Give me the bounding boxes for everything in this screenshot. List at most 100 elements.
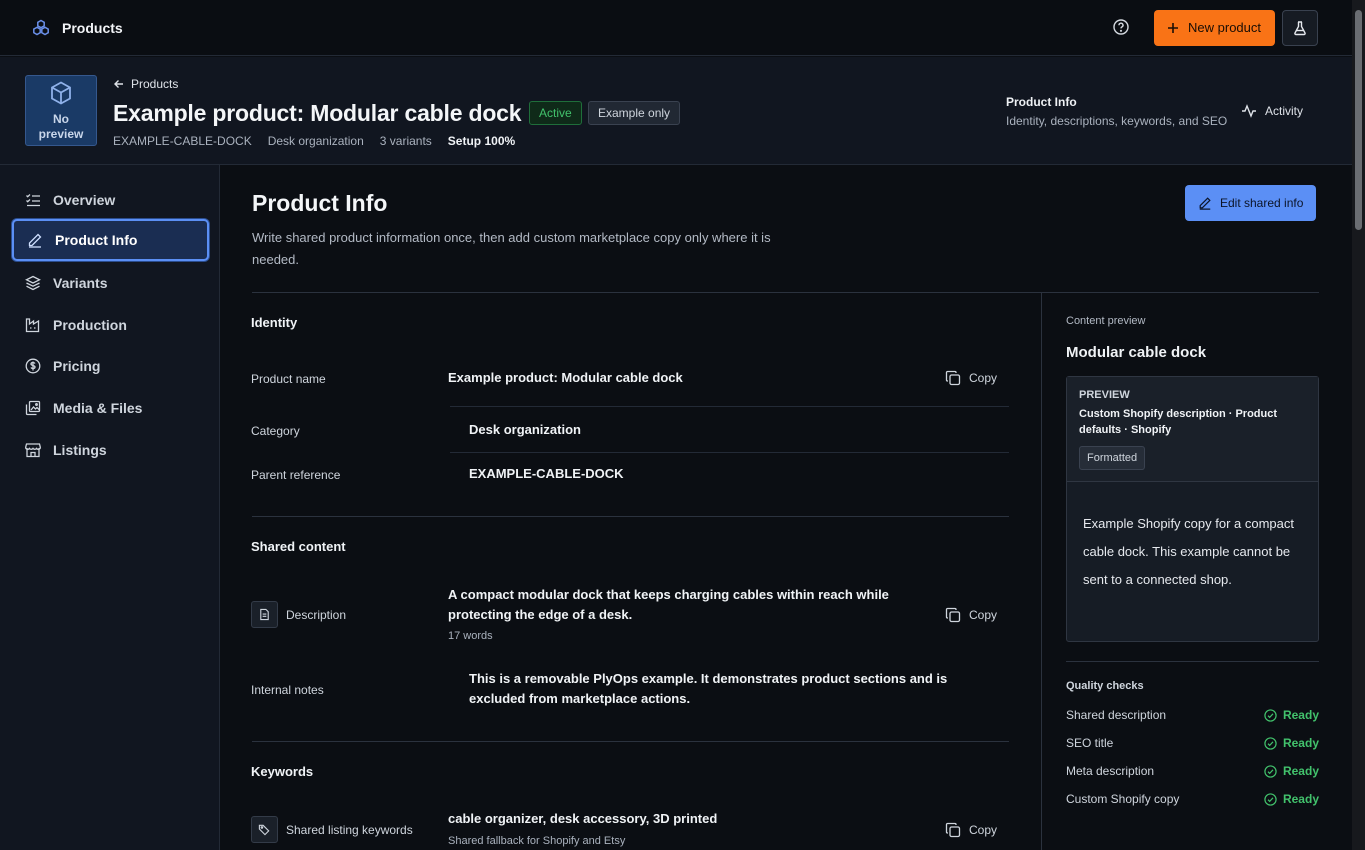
product-name-value: Example product: Modular cable dock	[448, 370, 683, 385]
activity-button[interactable]: Activity	[1241, 103, 1303, 119]
identity-section-title: Identity	[251, 315, 298, 330]
back-label: Products	[131, 77, 179, 91]
back-to-products-link[interactable]: Products	[113, 77, 178, 91]
description-label-row: Description	[251, 601, 346, 628]
top-bar: Products New product	[0, 0, 1352, 56]
brand[interactable]: Products	[32, 19, 123, 37]
activity-icon	[1241, 103, 1257, 119]
divider	[1066, 661, 1319, 662]
section-divider	[252, 516, 1009, 517]
sidebar-item-label: Production	[53, 317, 127, 333]
page-title: Product Info	[252, 190, 388, 216]
edit-shared-info-button[interactable]: Edit shared info	[1185, 185, 1317, 221]
quality-check-row: Shared description Ready	[1066, 708, 1319, 722]
thumb-text-no: No	[52, 111, 69, 126]
scrollbar-thumb[interactable]	[1355, 10, 1362, 230]
sidebar-item-label: Product Info	[55, 232, 138, 248]
keywords-value: cable organizer, desk accessory, 3D prin…	[448, 811, 718, 826]
box-icon	[48, 80, 74, 106]
sidebar-item-product-info[interactable]: Product Info	[12, 219, 209, 261]
quality-check-label: Custom Shopify copy	[1066, 792, 1180, 806]
layers-icon	[25, 275, 41, 291]
keywords-section-title: Keywords	[251, 764, 314, 779]
product-name-label: Product name	[251, 372, 326, 386]
copy-product-name-button[interactable]: Copy	[945, 370, 997, 386]
header-section-info: Product Info Identity, descriptions, key…	[1006, 95, 1227, 128]
app-title: Products	[62, 19, 123, 36]
example-badge: Example only	[588, 101, 681, 125]
content-preview-label: Content preview	[1066, 315, 1146, 327]
preview-kicker: PREVIEW	[1079, 389, 1130, 401]
list-check-icon	[25, 192, 41, 208]
edit-shared-info-label: Edit shared info	[1220, 196, 1304, 210]
sidebar-item-label: Variants	[53, 275, 108, 291]
quality-check-label: SEO title	[1066, 736, 1114, 750]
keywords-label-row: Shared listing keywords	[251, 816, 413, 843]
dollar-icon	[25, 358, 41, 374]
sidebar: Overview Product Info Variants Productio…	[0, 165, 220, 850]
category-label: Category	[251, 424, 300, 438]
tag-icon	[251, 816, 278, 843]
status-text: Ready	[1282, 792, 1319, 806]
sidebar-item-variants[interactable]: Variants	[12, 262, 209, 304]
sidebar-item-label: Overview	[53, 192, 116, 208]
keywords-label: Shared listing keywords	[286, 822, 413, 837]
quality-check-row: Meta description Ready	[1066, 764, 1319, 778]
description-value: A compact modular dock that keeps chargi…	[448, 587, 889, 622]
copy-icon	[945, 607, 961, 623]
status-text: Ready	[1282, 708, 1319, 722]
product-header: No preview Products Example product: Mod…	[0, 57, 1352, 165]
product-title: Example product: Modular cable dock	[113, 100, 522, 126]
quality-check-label: Meta description	[1066, 764, 1155, 778]
sidebar-item-pricing[interactable]: Pricing	[12, 345, 209, 387]
product-thumbnail[interactable]: No preview	[25, 75, 97, 146]
quality-check-status: Ready	[1264, 736, 1319, 750]
status-text: Ready	[1282, 764, 1319, 778]
flask-icon	[1292, 20, 1308, 36]
flask-button[interactable]	[1282, 9, 1318, 46]
sidebar-item-production[interactable]: Production	[12, 304, 209, 346]
category-value: Desk organization	[469, 422, 581, 437]
quality-check-status: Ready	[1264, 708, 1319, 722]
plus-icon	[1166, 21, 1180, 35]
meta-setup: Setup 100%	[447, 134, 516, 148]
description-label: Description	[286, 607, 347, 622]
status-badge: Active	[529, 101, 582, 125]
quality-checks-title: Quality checks	[1066, 680, 1144, 692]
pencil-icon	[1198, 196, 1212, 210]
page-description: Write shared product information once, t…	[252, 230, 771, 267]
help-icon[interactable]	[1112, 18, 1132, 38]
copy-description-button[interactable]: Copy	[945, 607, 997, 623]
copy-keywords-button[interactable]: Copy	[945, 822, 997, 838]
quality-check-label: Shared description	[1066, 708, 1167, 722]
thumb-text-preview: preview	[38, 126, 84, 141]
keywords-sub: Shared fallback for Shopify and Etsy	[448, 835, 626, 847]
check-circle-icon	[1264, 736, 1277, 750]
parent-reference-label: Parent reference	[251, 468, 341, 482]
content-preview-title: Modular cable dock	[1066, 344, 1207, 361]
copy-label: Copy	[969, 371, 998, 385]
description-word-count: 17 words	[448, 630, 493, 642]
sidebar-item-label: Media & Files	[53, 400, 143, 416]
internal-notes-label: Internal notes	[251, 683, 324, 697]
status-text: Ready	[1282, 736, 1319, 750]
quality-check-status: Ready	[1264, 764, 1319, 778]
page-scrollbar[interactable]	[1352, 0, 1365, 850]
header-section-title: Product Info	[1006, 95, 1077, 109]
parent-reference-value: EXAMPLE-CABLE-DOCK	[469, 466, 624, 481]
check-circle-icon	[1264, 792, 1277, 806]
shared-content-section-title: Shared content	[251, 539, 346, 554]
divider	[252, 292, 1319, 293]
row-divider	[450, 452, 1009, 453]
meta-variants: 3 variants	[379, 134, 432, 148]
copy-label: Copy	[969, 823, 998, 837]
sidebar-item-media-files[interactable]: Media & Files	[12, 387, 209, 429]
preview-card: PREVIEW Custom Shopify description · Pro…	[1066, 376, 1319, 642]
new-product-label: New product	[1188, 20, 1261, 35]
main-content: Product Info Write shared product inform…	[220, 165, 1352, 850]
activity-label: Activity	[1265, 104, 1304, 118]
sidebar-item-overview[interactable]: Overview	[12, 179, 209, 221]
new-product-button[interactable]: New product	[1154, 9, 1275, 46]
sidebar-item-listings[interactable]: Listings	[12, 429, 209, 471]
meta-sku: EXAMPLE-CABLE-DOCK	[113, 134, 252, 148]
